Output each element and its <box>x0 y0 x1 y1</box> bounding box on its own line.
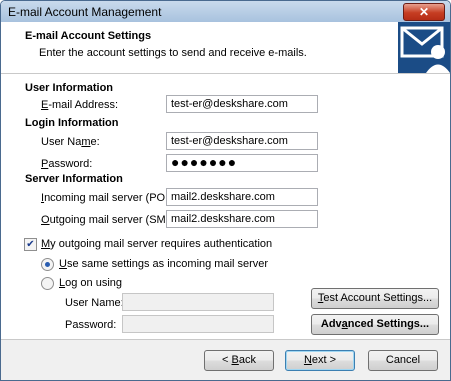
test-account-settings-button[interactable]: Test Account Settings... <box>311 288 439 309</box>
header-title: E-mail Account Settings <box>25 30 152 42</box>
outgoing-server-field[interactable]: mail2.deskshare.com <box>166 210 318 228</box>
auth-required-label[interactable]: My outgoing mail server requires authent… <box>41 238 272 250</box>
password-label: Password: <box>41 158 93 170</box>
log-on-using-label[interactable]: Log on using <box>59 277 122 289</box>
header-subtitle: Enter the account settings to send and r… <box>39 47 307 59</box>
auth-required-checkbox[interactable]: ✔ <box>24 238 37 251</box>
dialog-header: E-mail Account Settings Enter the accoun… <box>1 22 450 73</box>
username-label: User Name: <box>41 136 100 148</box>
email-field[interactable]: test-er@deskshare.com <box>166 95 318 113</box>
server-info-heading: Server Information <box>25 173 123 185</box>
email-account-dialog: E-mail Account Management ✕ E-mail Accou… <box>0 0 451 381</box>
same-settings-label[interactable]: Use same settings as incoming mail serve… <box>59 258 268 270</box>
dialog-body: User Information E-mail Address: test-er… <box>1 74 450 338</box>
login-info-heading: Login Information <box>25 117 119 129</box>
logon-password-field[interactable] <box>122 315 274 333</box>
outgoing-server-label: Outgoing mail server (SMTP): <box>41 214 187 226</box>
log-on-using-radio[interactable] <box>41 277 54 290</box>
close-button[interactable]: ✕ <box>403 3 445 21</box>
same-settings-radio[interactable] <box>41 258 54 271</box>
username-field[interactable]: test-er@deskshare.com <box>166 132 318 150</box>
title-bar: E-mail Account Management ✕ <box>1 1 450 22</box>
logon-username-field[interactable] <box>122 293 274 311</box>
logon-username-label: User Name: <box>65 297 124 309</box>
incoming-server-label: Incoming mail server (POP3): <box>41 192 186 204</box>
incoming-server-field[interactable]: mail2.deskshare.com <box>166 188 318 206</box>
cancel-button[interactable]: Cancel <box>368 350 438 371</box>
password-field[interactable]: ●●●●●●● <box>166 154 318 172</box>
dialog-footer: < Back Next > Cancel <box>1 340 450 380</box>
window-title: E-mail Account Management <box>8 5 162 19</box>
logon-password-label: Password: <box>65 319 117 331</box>
next-button[interactable]: Next > <box>285 350 355 371</box>
user-info-heading: User Information <box>25 82 114 94</box>
back-button[interactable]: < Back <box>204 350 274 371</box>
close-icon: ✕ <box>418 5 430 19</box>
advanced-settings-button[interactable]: Advanced Settings... <box>311 314 439 335</box>
email-label: E-mail Address: <box>41 99 119 111</box>
envelope-person-icon <box>398 22 450 73</box>
